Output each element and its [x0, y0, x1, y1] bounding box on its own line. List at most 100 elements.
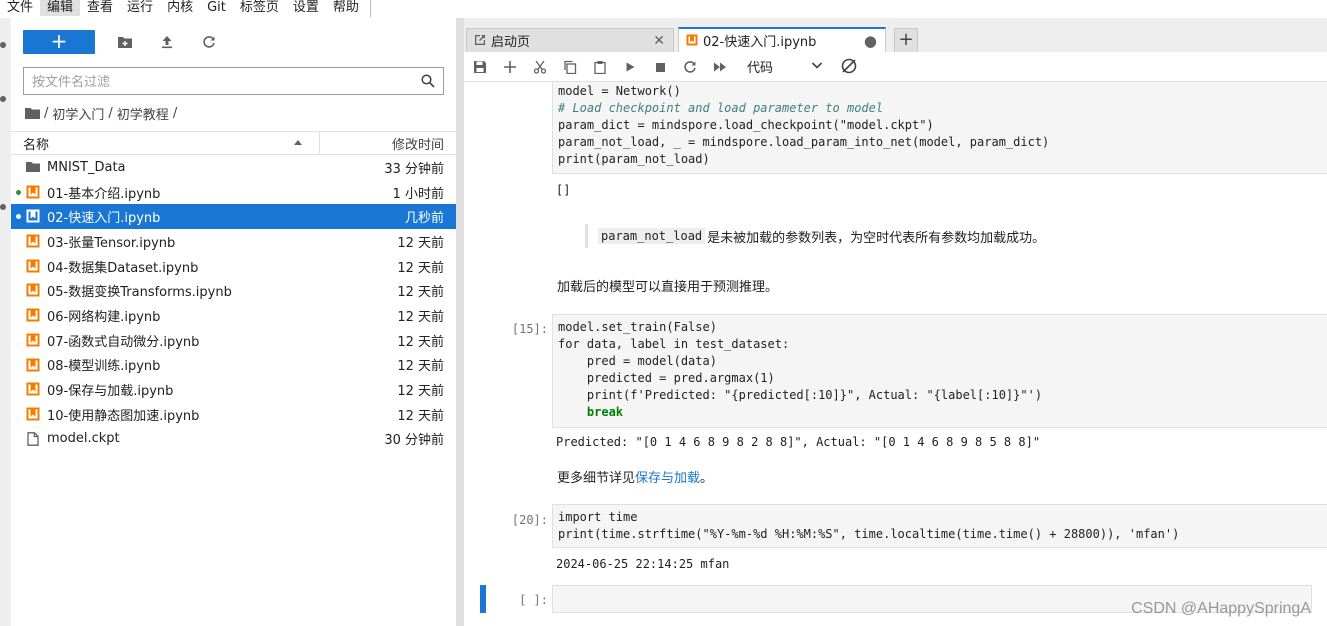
column-header-name[interactable]: 名称 [23, 134, 49, 153]
add-tab-button[interactable]: + [894, 28, 918, 52]
file-name: 10-使用静态图加速.ipynb [47, 408, 200, 424]
chevron-down-icon[interactable] [810, 58, 824, 72]
upload-icon[interactable] [155, 30, 179, 54]
new-folder-icon[interactable] [113, 30, 137, 54]
menu-settings[interactable]: 设置 [286, 0, 326, 16]
close-icon[interactable]: ✕ [653, 34, 665, 48]
menu-kernel[interactable]: 内核 [160, 0, 200, 16]
copy-icon[interactable] [562, 59, 578, 75]
kernel-status-icon [840, 57, 858, 75]
file-row[interactable]: 04-数据集Dataset.ipynb 12 天前 [11, 254, 456, 279]
running-activity-icon[interactable] [0, 96, 6, 102]
column-divider[interactable] [319, 132, 320, 154]
file-modified-time: 12 天前 [397, 408, 444, 424]
menu-help[interactable]: 帮助 [326, 0, 366, 16]
breadcrumb-item[interactable]: 初学入门 [52, 104, 104, 123]
panel-splitter[interactable] [456, 18, 464, 626]
file-row[interactable]: model.ckpt 30 分钟前 [11, 427, 456, 452]
markdown-link[interactable]: 保存与加载 [635, 470, 700, 485]
file-modified-time: 1 小时前 [392, 186, 444, 202]
file-row[interactable]: 05-数据变换Transforms.ipynb 12 天前 [11, 278, 456, 303]
notebook-icon [26, 259, 40, 273]
new-launcher-button[interactable]: + [23, 30, 95, 54]
running-indicator-icon [16, 189, 21, 195]
cell-output: [] [556, 183, 571, 197]
cell-type-select[interactable]: 代码 [747, 57, 773, 76]
paste-icon[interactable] [592, 59, 608, 75]
breadcrumb-item[interactable]: 初学教程 [117, 104, 169, 123]
notebook-icon [26, 234, 40, 248]
markdown-text: 。 [700, 470, 714, 485]
home-folder-icon[interactable] [25, 107, 40, 119]
restart-icon[interactable] [682, 59, 698, 75]
cut-icon[interactable] [532, 59, 548, 75]
tab-notebook-label: 02-快速入门.ipynb [703, 35, 817, 50]
stop-icon[interactable] [652, 59, 668, 75]
launch-icon [475, 35, 485, 45]
folder-activity-icon[interactable] [0, 42, 6, 48]
save-icon[interactable] [472, 59, 488, 75]
notebook-toolbar: 代码 [464, 52, 1327, 82]
cell-prompt: [20]: [511, 513, 548, 527]
menu-run[interactable]: 运行 [120, 0, 160, 16]
filter-box [23, 67, 444, 95]
menu-bar: 文件 编辑 查看 运行 内核 Git 标签页 设置 帮助 [0, 0, 1327, 17]
code-line: break [558, 405, 624, 419]
code-line: param_dict = mindspore.load_checkpoint("… [558, 118, 934, 132]
file-row[interactable]: 08-模型训练.ipynb 12 天前 [11, 353, 456, 378]
breadcrumb: / 初学入门 / 初学教程 / [25, 104, 177, 123]
file-row[interactable]: 02-快速入门.ipynb 几秒前 [11, 204, 456, 230]
file-row[interactable]: 06-网络构建.ipynb 12 天前 [11, 303, 456, 328]
code-line: model.set_train(False) [558, 320, 717, 334]
notebook-icon [26, 209, 40, 223]
code-cell-editor[interactable]: import time print(time.strftime("%Y-%m-%… [552, 504, 1327, 548]
notebook-icon [26, 283, 40, 297]
column-header-modified[interactable]: 修改时间 [392, 134, 444, 153]
extension-activity-icon[interactable] [0, 204, 6, 210]
code-cell-editor[interactable]: model = Network() # Load checkpoint and … [552, 82, 1327, 174]
code-cell-editor[interactable]: model.set_train(False) for data, label i… [552, 314, 1327, 428]
menu-edit[interactable]: 编辑 [40, 0, 81, 16]
file-modified-time: 12 天前 [397, 285, 444, 301]
main-area: 启动页 ✕ 02-快速入门.ipynb ● + 代码 model = Netwo… [464, 18, 1327, 626]
file-row[interactable]: 07-函数式自动微分.ipynb 12 天前 [11, 328, 456, 353]
code-line: for data, label in test_dataset: [558, 337, 790, 351]
file-modified-time: 12 天前 [397, 260, 444, 276]
file-row[interactable]: 10-使用静态图加速.ipynb 12 天前 [11, 402, 456, 427]
file-modified-time: 12 天前 [397, 384, 444, 400]
tab-launcher[interactable]: 启动页 ✕ [466, 28, 674, 52]
file-name: 07-函数式自动微分.ipynb [47, 334, 200, 350]
refresh-icon[interactable] [197, 30, 221, 54]
code-line: print(param_not_load) [558, 152, 710, 166]
file-modified-time: 12 天前 [397, 334, 444, 350]
notebook-icon [26, 185, 40, 199]
sort-up-icon [294, 140, 302, 145]
notebook-icon [26, 308, 40, 322]
file-row[interactable]: 01-基本介绍.ipynb 1 小时前 [11, 180, 456, 205]
menu-view[interactable]: 查看 [80, 0, 120, 16]
file-row[interactable]: MNIST_Data 33 分钟前 [11, 155, 456, 180]
file-name: 02-快速入门.ipynb [47, 211, 161, 227]
fast-forward-icon[interactable] [712, 59, 728, 75]
file-row[interactable]: 09-保存与加载.ipynb 12 天前 [11, 377, 456, 402]
code-line: pred = model(data) [558, 354, 717, 368]
run-icon[interactable] [622, 59, 638, 75]
add-cell-icon[interactable] [502, 59, 518, 75]
filter-input[interactable] [32, 73, 421, 89]
cell-output: Predicted: "[0 1 4 6 8 9 8 2 8 8]", Actu… [556, 435, 1041, 449]
menu-file[interactable]: 文件 [0, 0, 40, 16]
activity-strip [0, 18, 11, 626]
blockquote-text: 是未被加载的参数列表，为空时代表所有参数均加载成功。 [707, 229, 1046, 245]
breadcrumb-sep: / [108, 105, 113, 121]
file-row[interactable]: 03-张量Tensor.ipynb 12 天前 [11, 229, 456, 254]
cell-output: 2024-06-25 22:14:25 mfan [556, 557, 730, 571]
notebook-panel[interactable]: model = Network() # Load checkpoint and … [464, 82, 1327, 626]
file-name: model.ckpt [47, 431, 120, 447]
menu-separator [369, 0, 371, 17]
active-cell-indicator [480, 585, 486, 613]
tab-notebook[interactable]: 02-快速入门.ipynb ● [678, 27, 886, 52]
menu-tabs[interactable]: 标签页 [233, 0, 286, 16]
code-line: print(time.strftime("%Y-%m-%d %H:%M:%S",… [558, 527, 1180, 541]
menu-git[interactable]: Git [200, 0, 233, 16]
unsaved-dot-icon[interactable]: ● [864, 33, 877, 48]
